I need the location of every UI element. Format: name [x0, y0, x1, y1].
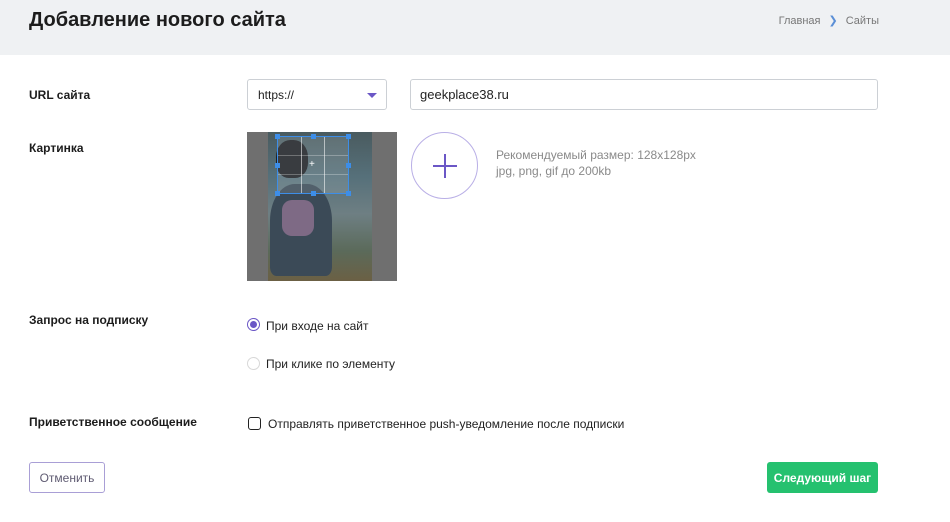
image-crop-preview[interactable]: + [247, 132, 397, 281]
subscription-label: Запрос на подписку [29, 313, 149, 327]
plus-icon [444, 154, 446, 178]
radio-on-enter[interactable] [247, 318, 260, 331]
crop-selection[interactable]: + [275, 134, 351, 196]
cancel-button[interactable]: Отменить [29, 462, 105, 493]
welcome-push-checkbox-label[interactable]: Отправлять приветственное push-уведомлен… [268, 417, 624, 431]
page-title: Добавление нового сайта [29, 9, 286, 31]
caret-down-icon [367, 93, 377, 98]
breadcrumb-home-link[interactable]: Главная [779, 15, 821, 27]
url-label: URL сайта [29, 88, 91, 102]
protocol-select[interactable]: https:// [247, 79, 387, 110]
crop-handle[interactable] [346, 134, 351, 139]
crop-handle[interactable] [311, 191, 316, 196]
crop-handle[interactable] [275, 191, 280, 196]
url-input[interactable] [410, 79, 878, 110]
crop-handle[interactable] [311, 134, 316, 139]
next-step-button[interactable]: Следующий шаг [767, 462, 878, 493]
image-format-hint: jpg, png, gif до 200kb [496, 164, 612, 178]
welcome-label: Приветственное сообщение [29, 415, 197, 429]
crop-handle[interactable] [346, 191, 351, 196]
radio-on-enter-label[interactable]: При входе на сайт [266, 319, 369, 333]
radio-on-click[interactable] [247, 357, 260, 370]
breadcrumb: Главная ❯ Сайты [779, 14, 879, 28]
chevron-right-icon: ❯ [828, 15, 838, 27]
add-image-button[interactable] [411, 132, 478, 199]
welcome-push-checkbox[interactable] [248, 417, 261, 430]
crop-handle[interactable] [346, 163, 351, 168]
page-header: Добавление нового сайта Главная ❯ Сайты [0, 0, 950, 55]
image-label: Картинка [29, 141, 84, 155]
image-size-hint: Рекомендуемый размер: 128x128px [496, 148, 696, 162]
crop-handle[interactable] [275, 163, 280, 168]
protocol-select-value: https:// [258, 88, 295, 102]
crop-handle[interactable] [275, 134, 280, 139]
breadcrumb-current[interactable]: Сайты [846, 15, 879, 27]
radio-on-click-label[interactable]: При клике по элементу [266, 357, 395, 371]
crosshair-icon: + [309, 159, 315, 170]
